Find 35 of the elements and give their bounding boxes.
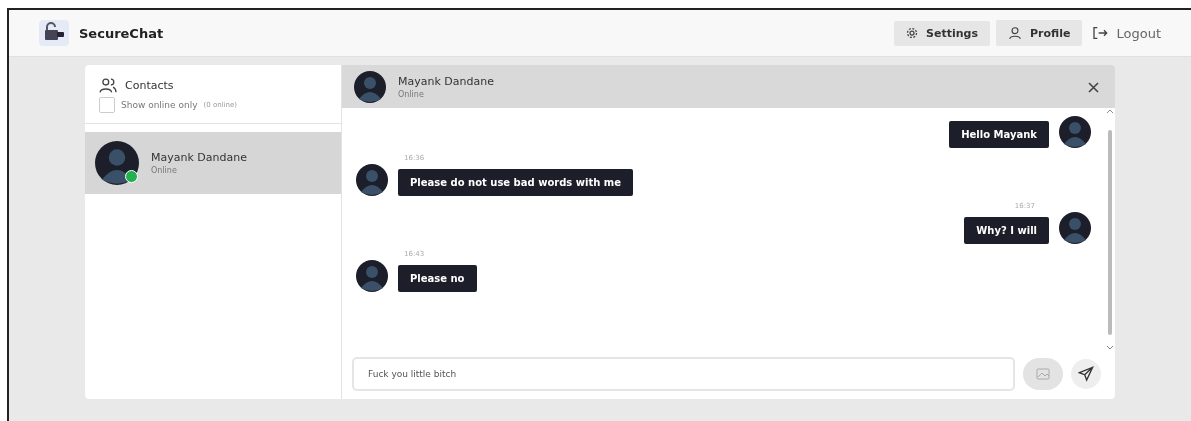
logout-button[interactable]: Logout [1088,19,1165,47]
logout-icon [1092,26,1109,40]
contact-name: Mayank Dandane [151,151,247,164]
profile-button[interactable]: Profile [996,20,1083,46]
message-bubble: Why? I will [964,217,1049,244]
avatar-icon [1059,116,1091,148]
message-bubble: Please no [398,265,477,292]
contact-status: Online [151,166,178,175]
scroll-up-icon[interactable] [1106,108,1114,114]
close-icon [1088,82,1099,93]
avatar-icon [354,70,386,103]
scrollbar-thumb[interactable] [1108,130,1112,335]
chat-contact-name: Mayank Dandane [398,74,494,88]
contacts-title: Contacts [125,78,174,92]
checkbox[interactable] [99,97,115,113]
app-title: SecureChat [79,25,164,41]
contact-item[interactable]: Mayank Dandane Online [85,132,341,194]
settings-icon [906,27,919,39]
lock-logo-icon [39,20,69,46]
settings-button[interactable]: Settings [894,20,991,46]
profile-icon [1008,26,1023,40]
avatar-icon [356,260,388,292]
avatar-icon [1059,212,1091,244]
chat-contact-status: Online [398,89,425,99]
send-icon [1078,366,1094,382]
filter-label: Show online only [121,100,198,110]
users-icon [99,77,117,93]
send-button[interactable] [1071,359,1101,389]
scroll-down-icon[interactable] [1106,345,1114,351]
message-bubble: Please do not use bad words with me [398,169,634,196]
image-icon [1036,368,1050,380]
message-input[interactable]: Fuck you little bitch [352,357,1015,391]
avatar-icon [356,164,388,196]
message-bubble: Hello Mayank [949,121,1049,148]
avatar-icon [95,141,139,185]
